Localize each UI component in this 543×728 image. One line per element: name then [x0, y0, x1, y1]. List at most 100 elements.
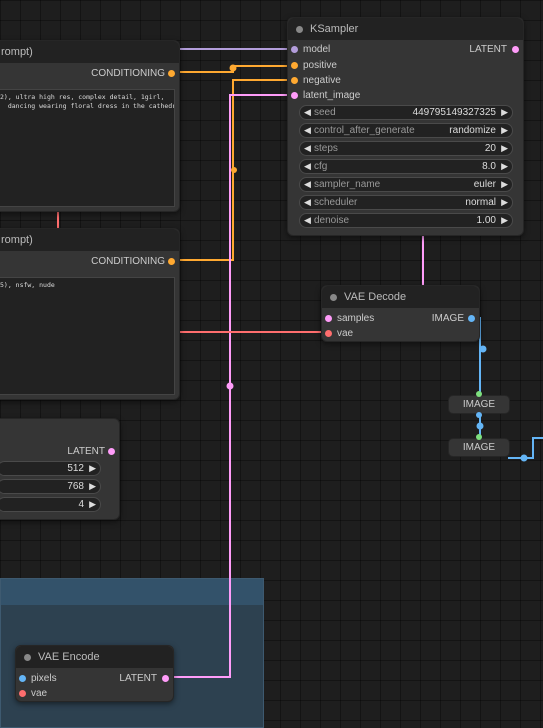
node-title-bar[interactable]: VAE Decode — [322, 286, 479, 308]
output-slot-latent[interactable] — [162, 675, 169, 682]
wire-image-1-midpoint — [479, 345, 487, 353]
wire-positive — [178, 65, 294, 73]
sampler-name-widget[interactable]: ◀ sampler_name euler ▶ — [299, 177, 513, 192]
node-title: KSampler — [310, 23, 359, 35]
decrement-arrow-icon[interactable]: ◀ — [304, 142, 311, 155]
prompt-textarea[interactable]: 5), nsfw, nude — [0, 277, 175, 395]
widget-value: euler — [473, 179, 496, 190]
widget-value: normal — [465, 197, 496, 208]
widget-name: cfg — [314, 161, 328, 172]
steps-widget[interactable]: ◀ steps 20 ▶ — [299, 141, 513, 156]
increment-arrow-icon[interactable]: ▶ — [89, 498, 96, 511]
node-title-bar[interactable]: KSampler — [288, 18, 523, 40]
node-title-bar[interactable]: rompt) — [0, 41, 179, 63]
reroute-input-slot[interactable] — [476, 434, 482, 440]
widget-value: 449795149327325 — [412, 107, 496, 118]
input-label-vae: vae — [31, 688, 48, 699]
height-value: 768 — [67, 481, 84, 492]
node-title-bar[interactable]: VAE Encode — [16, 646, 173, 668]
decrement-arrow-icon[interactable]: ◀ — [304, 160, 311, 173]
wire-image-3-midpoint — [520, 454, 528, 462]
control-after-generate-widget[interactable]: ◀ control_after_generate randomize ▶ — [299, 123, 513, 138]
node-title: rompt) — [1, 234, 33, 246]
output-slot-latent[interactable] — [108, 448, 115, 455]
node-title: rompt) — [1, 46, 33, 58]
decrement-arrow-icon[interactable]: ◀ — [304, 178, 311, 191]
wire-image-2-midpoint — [476, 422, 484, 430]
wire-negative-midpoint — [231, 167, 237, 173]
input-label-positive: positive — [303, 60, 337, 71]
input-label-samples: samples — [337, 313, 375, 324]
widget-name: seed — [314, 107, 336, 118]
input-label-model: model — [303, 44, 331, 55]
decrement-arrow-icon[interactable]: ◀ — [304, 124, 311, 137]
decrement-arrow-icon[interactable]: ◀ — [304, 106, 311, 119]
widget-value: 1.00 — [476, 215, 496, 226]
decrement-arrow-icon[interactable]: ◀ — [304, 214, 311, 227]
output-label-latent: LATENT — [67, 446, 105, 457]
prompt-textarea[interactable]: 2), ultra high res, complex detail, 1gir… — [0, 89, 175, 207]
decrement-arrow-icon[interactable]: ◀ — [304, 196, 311, 209]
wire-image-3 — [508, 437, 543, 459]
vae-decode-node[interactable]: VAE Decode samples vae IMAGE — [321, 285, 480, 342]
input-slot-latent-image[interactable] — [291, 92, 298, 99]
increment-arrow-icon[interactable]: ▶ — [501, 214, 508, 227]
increment-arrow-icon[interactable]: ▶ — [501, 196, 508, 209]
output-slot-conditioning[interactable] — [168, 258, 175, 265]
reroute-input-slot[interactable] — [476, 391, 482, 397]
vae-encode-node[interactable]: VAE Encode pixels vae LATENT — [15, 645, 174, 702]
prompt-negative-node[interactable]: rompt) CONDITIONING 5), nsfw, nude — [0, 228, 180, 400]
scheduler-widget[interactable]: ◀ scheduler normal ▶ — [299, 195, 513, 210]
widget-name: denoise — [314, 215, 350, 226]
wire-latent-midpoint — [226, 382, 234, 390]
collapse-dot-icon[interactable] — [296, 26, 303, 33]
cfg-widget[interactable]: ◀ cfg 8.0 ▶ — [299, 159, 513, 174]
output-label-image: IMAGE — [431, 313, 464, 324]
output-slot-latent[interactable] — [512, 46, 519, 53]
increment-arrow-icon[interactable]: ▶ — [501, 124, 508, 137]
reroute-label: IMAGE — [462, 399, 496, 410]
output-slot-image[interactable] — [468, 315, 475, 322]
output-label-conditioning: CONDITIONING — [91, 256, 165, 267]
prompt-positive-node[interactable]: rompt) CONDITIONING 2), ultra high res, … — [0, 40, 180, 212]
seed-widget[interactable]: ◀ seed 449795149327325 ▶ — [299, 105, 513, 120]
output-label-latent: LATENT — [469, 44, 507, 55]
increment-arrow-icon[interactable]: ▶ — [89, 462, 96, 475]
widget-name: steps — [314, 143, 338, 154]
input-label-pixels: pixels — [31, 673, 57, 684]
width-widget[interactable]: 512 ▶ — [0, 461, 101, 476]
widget-value: randomize — [449, 125, 496, 136]
input-slot-vae[interactable] — [19, 690, 26, 697]
node-title-bar[interactable]: rompt) — [0, 229, 179, 251]
node-title: VAE Decode — [344, 291, 407, 303]
increment-arrow-icon[interactable]: ▶ — [501, 160, 508, 173]
widget-value: 8.0 — [482, 161, 496, 172]
collapse-dot-icon[interactable] — [24, 654, 31, 661]
input-slot-vae[interactable] — [325, 330, 332, 337]
reroute-label: IMAGE — [462, 442, 496, 453]
reroute-output-slot[interactable] — [476, 412, 482, 418]
increment-arrow-icon[interactable]: ▶ — [501, 178, 508, 191]
input-slot-model[interactable] — [291, 46, 298, 53]
group-title-bar[interactable] — [1, 579, 263, 605]
widget-value: 20 — [484, 143, 496, 154]
denoise-widget[interactable]: ◀ denoise 1.00 ▶ — [299, 213, 513, 228]
output-label-conditioning: CONDITIONING — [91, 68, 165, 79]
latent-image-node[interactable]: LATENT 512 ▶ 768 ▶ 4 ▶ — [0, 418, 120, 520]
height-widget[interactable]: 768 ▶ — [0, 479, 101, 494]
input-slot-samples[interactable] — [325, 315, 332, 322]
wire-positive-midpoint — [229, 64, 237, 72]
batch-size-widget[interactable]: 4 ▶ — [0, 497, 101, 512]
ksampler-node[interactable]: KSampler model positive negative latent_… — [287, 17, 524, 236]
increment-arrow-icon[interactable]: ▶ — [501, 142, 508, 155]
output-slot-conditioning[interactable] — [168, 70, 175, 77]
increment-arrow-icon[interactable]: ▶ — [501, 106, 508, 119]
increment-arrow-icon[interactable]: ▶ — [89, 480, 96, 493]
output-label-latent: LATENT — [119, 673, 157, 684]
collapse-dot-icon[interactable] — [330, 294, 337, 301]
input-slot-positive[interactable] — [291, 62, 298, 69]
widget-name: sampler_name — [314, 179, 381, 190]
reroute-node[interactable]: IMAGE — [448, 438, 510, 457]
input-slot-pixels[interactable] — [19, 675, 26, 682]
input-slot-negative[interactable] — [291, 77, 298, 84]
